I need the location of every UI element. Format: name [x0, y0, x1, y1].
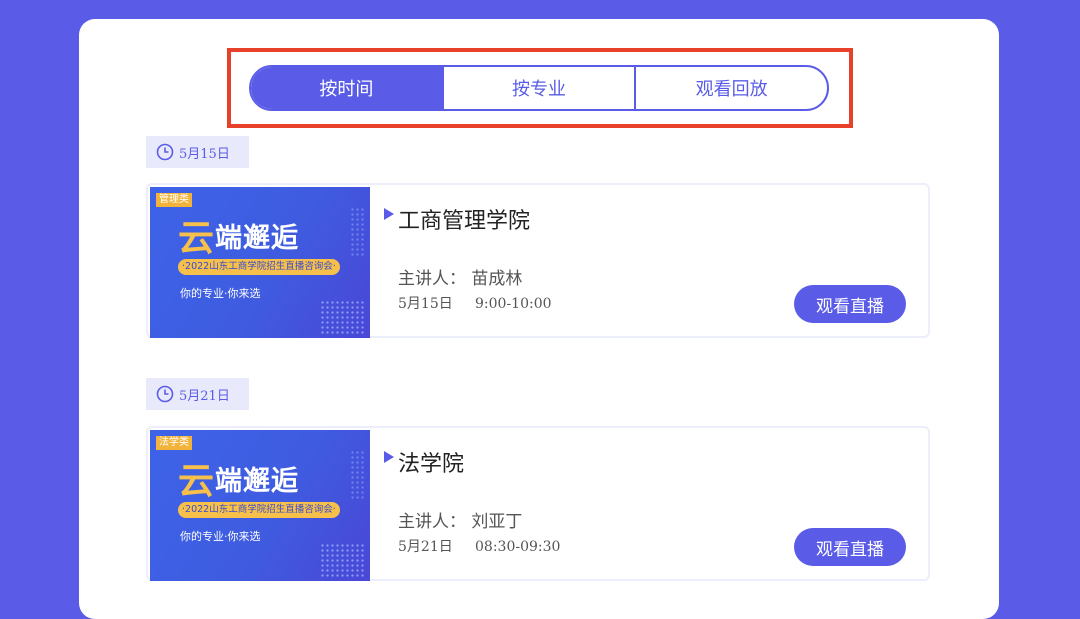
banner-headline: 云端邂逅 — [178, 218, 300, 259]
category-badge: 法学类 — [156, 436, 192, 450]
decorative-dots — [320, 543, 366, 577]
session-banner-image: 法学类 云端邂逅 ·2022山东工商学院招生直播咨询会· 你的专业·你来选 — [150, 430, 370, 581]
date-tag-label: 5月15日 — [179, 146, 230, 162]
session-card: 管理类 云端邂逅 ·2022山东工商学院招生直播咨询会· 你的专业·你来选 工商… — [146, 183, 930, 338]
category-badge: 管理类 — [156, 193, 192, 207]
clock-icon — [156, 143, 174, 161]
session-banner-image: 管理类 云端邂逅 ·2022山东工商学院招生直播咨询会· 你的专业·你来选 — [150, 187, 370, 338]
date-tag-label: 5月21日 — [179, 388, 230, 404]
date-tag: 5月15日 — [146, 136, 249, 168]
title-arrow-icon — [384, 451, 394, 463]
decorative-dots — [320, 300, 366, 334]
session-speaker: 主讲人： 苗成林 — [398, 269, 523, 289]
banner-headline: 云端邂逅 — [178, 461, 300, 502]
title-arrow-icon — [384, 208, 394, 220]
tab-watch-replay[interactable]: 观看回放 — [634, 67, 827, 109]
session-datetime: 5月15日 9:00-10:00 — [398, 296, 552, 312]
date-tag: 5月21日 — [146, 378, 249, 410]
session-speaker: 主讲人： 刘亚丁 — [398, 512, 523, 532]
session-card: 法学类 云端邂逅 ·2022山东工商学院招生直播咨询会· 你的专业·你来选 法学… — [146, 426, 930, 581]
session-title: 法学院 — [398, 452, 465, 477]
watch-live-button[interactable]: 观看直播 — [794, 528, 906, 566]
session-datetime: 5月21日 08:30-09:30 — [398, 539, 561, 555]
banner-subtitle: ·2022山东工商学院招生直播咨询会· — [178, 502, 340, 518]
tab-by-time[interactable]: 按时间 — [251, 67, 442, 109]
banner-slogan: 你的专业·你来选 — [180, 287, 261, 300]
decorative-dots — [350, 207, 364, 257]
tab-by-major[interactable]: 按专业 — [441, 67, 635, 109]
clock-icon — [156, 385, 174, 403]
banner-subtitle: ·2022山东工商学院招生直播咨询会· — [178, 259, 340, 275]
decorative-dots — [350, 450, 364, 500]
session-title: 工商管理学院 — [398, 209, 531, 234]
watch-live-button[interactable]: 观看直播 — [794, 285, 906, 323]
view-tabs: 按时间 按专业 观看回放 — [249, 65, 829, 111]
banner-slogan: 你的专业·你来选 — [180, 530, 261, 543]
